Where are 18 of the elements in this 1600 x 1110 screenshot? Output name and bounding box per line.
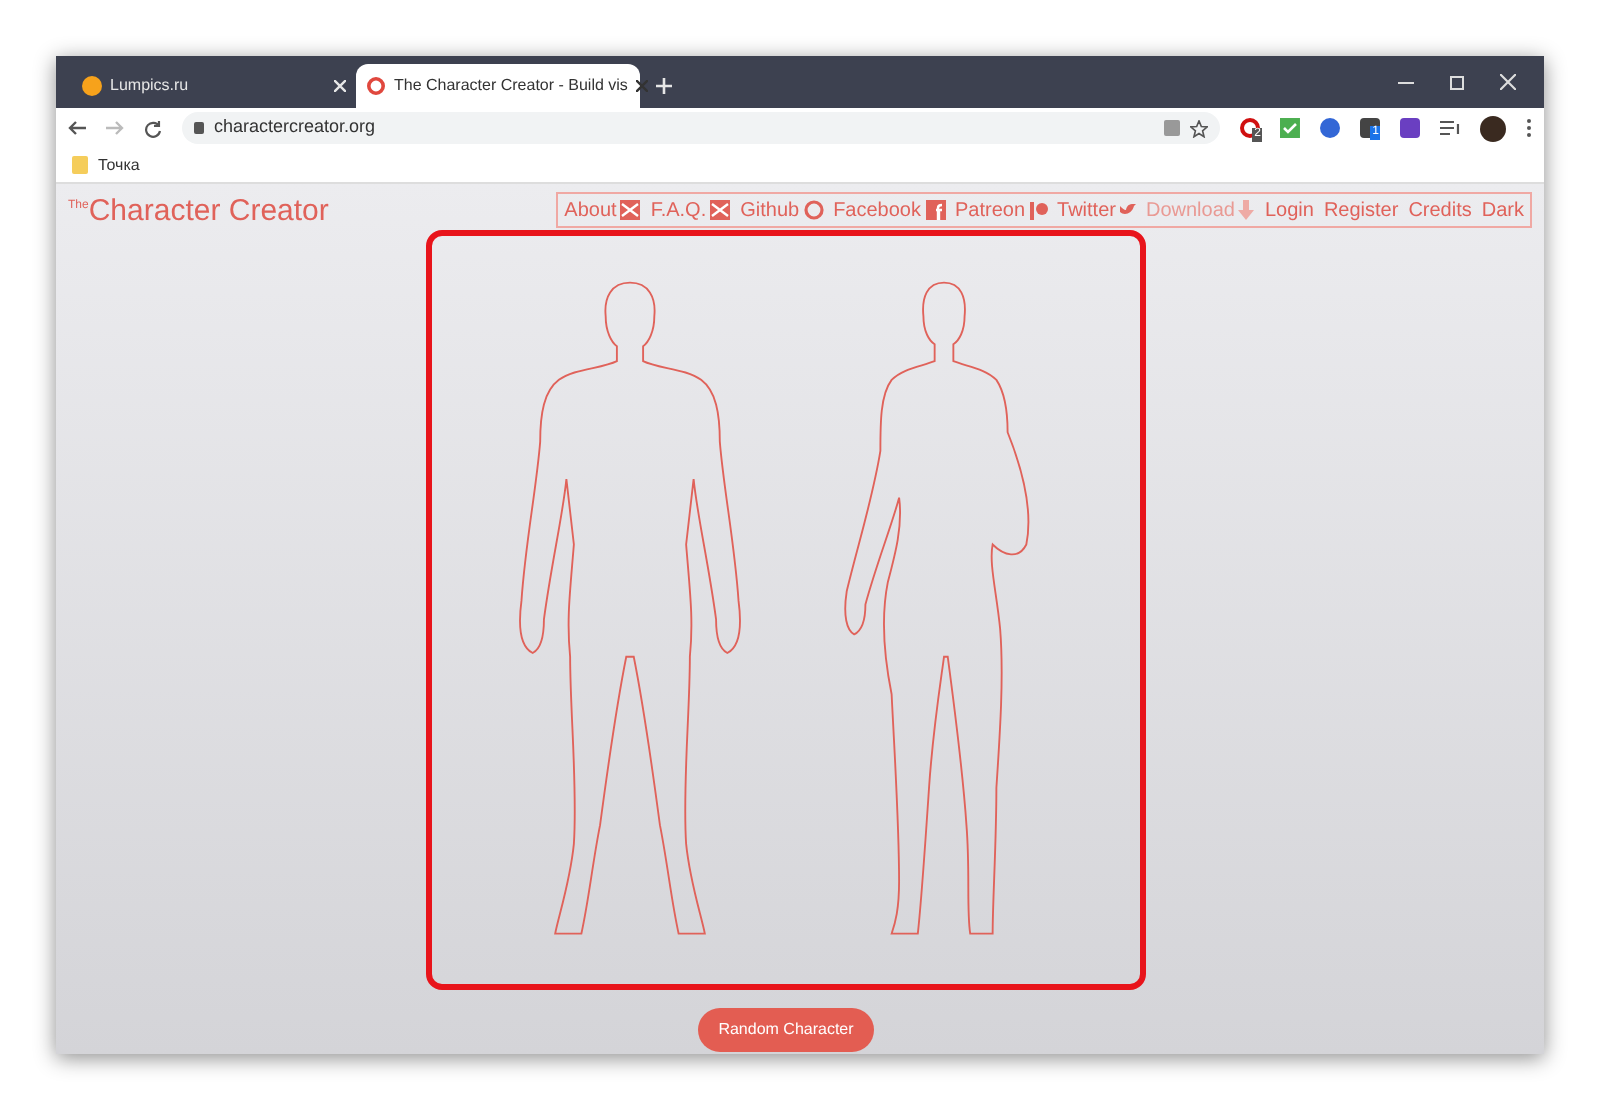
nav-link[interactable]: Facebook bbox=[833, 195, 921, 225]
nav-link[interactable]: Credits bbox=[1408, 195, 1472, 225]
browser-tab[interactable]: Lumpics.ru bbox=[72, 64, 356, 108]
nav-link[interactable]: Register bbox=[1323, 195, 1399, 225]
url-text: charactercreator.org bbox=[213, 114, 377, 141]
nav-link[interactable]: Twitter bbox=[1057, 195, 1116, 225]
nav-link[interactable]: Github bbox=[740, 195, 800, 225]
nav-link[interactable]: About bbox=[564, 195, 617, 225]
random-character-button[interactable]: Random Character bbox=[698, 1008, 874, 1052]
nav-link[interactable]: Login bbox=[1264, 195, 1314, 225]
tab-title: The Character Creator - Build vis bbox=[394, 74, 628, 98]
address-bar[interactable]: charactercreator.org bbox=[181, 112, 1221, 144]
tab-title: Lumpics.ru bbox=[110, 74, 191, 98]
logo-title[interactable]: Character Creator bbox=[88, 192, 329, 232]
nav-link[interactable]: Dark bbox=[1481, 195, 1524, 225]
bookmark-link[interactable]: Точка bbox=[98, 153, 140, 177]
nav-link[interactable]: F.A.Q. bbox=[650, 195, 707, 225]
nav-link[interactable]: Patreon bbox=[955, 195, 1026, 225]
